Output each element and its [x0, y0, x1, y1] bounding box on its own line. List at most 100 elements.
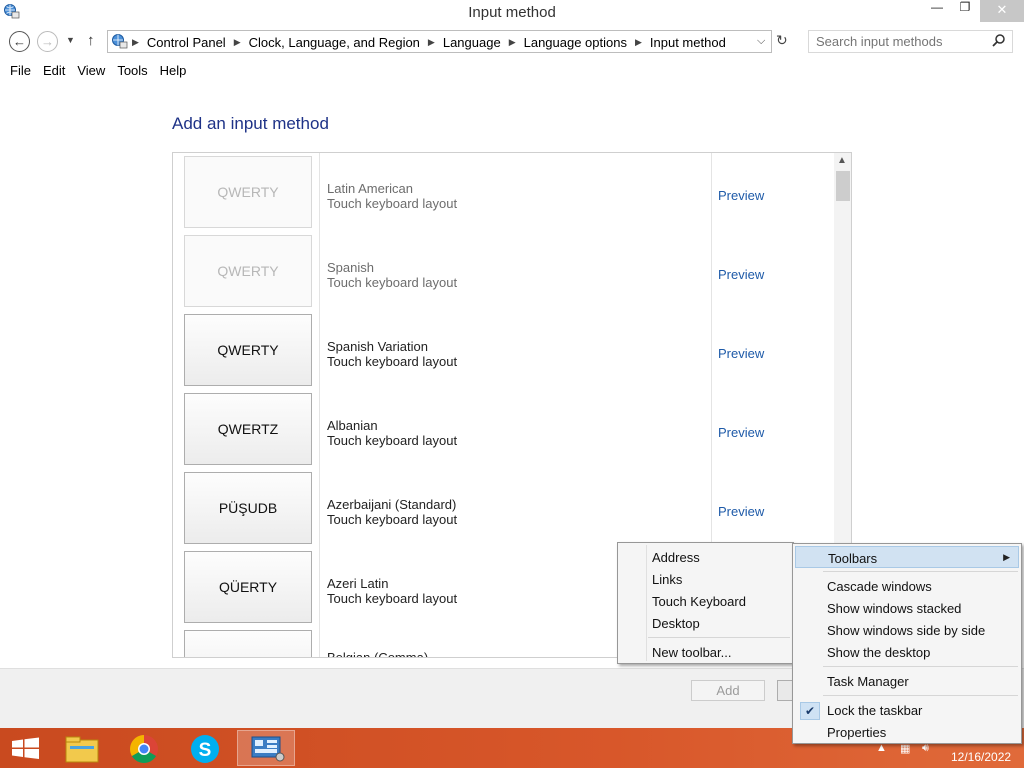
menu-view[interactable]: View	[67, 60, 105, 82]
forward-button[interactable]: →	[37, 31, 58, 52]
layout-description: Spanish Variation Touch keyboard layout	[327, 339, 457, 369]
divider	[319, 232, 320, 311]
breadcrumb-language[interactable]: Language	[443, 35, 501, 50]
menu-separator	[823, 571, 1018, 572]
menu-edit[interactable]: Edit	[33, 60, 65, 82]
chevron-up-icon: ▲	[837, 155, 847, 166]
keyboard-layout-tile[interactable]: PÜŞUDB	[184, 472, 312, 544]
layout-type: Touch keyboard layout	[327, 433, 458, 448]
preview-link[interactable]: Preview	[718, 346, 764, 361]
keyboard-layout-tile[interactable]: QWERTY	[184, 314, 312, 386]
layout-description: Azeri Latin Touch keyboard layout	[327, 576, 457, 606]
context-item-show-desktop[interactable]: Show the desktop	[795, 641, 1019, 663]
keyboard-layout-tile[interactable]: QWERTZ	[184, 393, 312, 465]
list-item[interactable]: PÜŞUDB Azerbaijani (Standard) Touch keyb…	[173, 469, 833, 548]
divider	[319, 548, 320, 627]
taskbar-chrome[interactable]	[116, 730, 172, 766]
divider	[711, 311, 712, 390]
add-button[interactable]: Add	[691, 680, 765, 701]
layout-description: Belgian (Comma)	[327, 650, 429, 658]
list-item[interactable]: QWERTY Spanish Variation Touch keyboard …	[173, 311, 833, 390]
layout-name: Latin American	[327, 181, 413, 196]
submenu-item-new-toolbar[interactable]: New toolbar...	[620, 641, 791, 663]
address-dropdown-button[interactable]: ⌵	[757, 35, 765, 48]
minimize-button[interactable]: —	[922, 0, 952, 22]
refresh-icon: ↻	[776, 32, 788, 48]
windows-start-icon	[12, 737, 39, 759]
divider	[711, 390, 712, 469]
layout-name: Belgian (Comma)	[327, 650, 429, 658]
arrow-right-icon: →	[41, 34, 54, 49]
list-item[interactable]: QWERTY Spanish Touch keyboard layout Pre…	[173, 232, 833, 311]
taskbar-file-explorer[interactable]	[56, 730, 112, 766]
title-bar: Input method — ❐ ✕	[0, 0, 1024, 26]
menu-tools[interactable]: Tools	[107, 60, 147, 82]
preview-link[interactable]: Preview	[718, 267, 764, 282]
address-bar[interactable]: ▶ Control Panel ▶ Clock, Language, and R…	[107, 30, 772, 53]
taskbar-control-panel[interactable]	[237, 730, 295, 766]
keyboard-layout-tile[interactable]	[184, 630, 312, 657]
submenu-item-links[interactable]: Links	[620, 568, 791, 590]
chevron-right-icon[interactable]: ▶	[509, 37, 516, 50]
refresh-button[interactable]: ↻	[776, 32, 788, 49]
search-icon[interactable]	[991, 33, 1007, 49]
submenu-item-touch-keyboard[interactable]: Touch Keyboard	[620, 590, 791, 612]
context-item-task-manager[interactable]: Task Manager	[795, 670, 1019, 692]
breadcrumb-language-options[interactable]: Language options	[524, 35, 627, 50]
chevron-right-icon[interactable]: ▶	[635, 37, 642, 50]
keyboard-layout-tile[interactable]: QWERTY	[184, 235, 312, 307]
layout-name: Spanish	[327, 260, 374, 275]
control-panel-icon	[251, 736, 285, 762]
layout-description: Azerbaijani (Standard) Touch keyboard la…	[327, 497, 457, 527]
page-title: Add an input method	[172, 114, 329, 133]
context-item-lock-taskbar[interactable]: ✔ Lock the taskbar	[795, 699, 1019, 721]
divider	[319, 390, 320, 469]
close-icon: ✕	[996, 2, 1008, 17]
preview-link[interactable]: Preview	[718, 504, 764, 519]
layout-description: Albanian Touch keyboard layout	[327, 418, 457, 448]
taskbar-skype[interactable]: S	[177, 730, 233, 766]
search-box[interactable]	[808, 30, 1013, 53]
back-button[interactable]: ←	[9, 31, 30, 52]
layout-name: Azeri Latin	[327, 576, 389, 591]
skype-icon: S	[191, 735, 219, 763]
menu-file[interactable]: File	[0, 60, 31, 82]
search-input[interactable]	[809, 31, 989, 52]
keyboard-layout-tile[interactable]: QÜERTY	[184, 551, 312, 623]
preview-link[interactable]: Preview	[718, 188, 764, 203]
breadcrumb: ▶ Control Panel ▶ Clock, Language, and R…	[132, 35, 726, 50]
chevron-right-icon: ▶	[1003, 552, 1010, 562]
scrollbar-thumb[interactable]	[836, 171, 850, 201]
keyboard-layout-tile[interactable]: QWERTY	[184, 156, 312, 228]
breadcrumb-control-panel[interactable]: Control Panel	[147, 35, 226, 50]
close-button[interactable]: ✕	[980, 0, 1024, 22]
preview-link[interactable]: Preview	[718, 425, 764, 440]
toolbars-submenu: Address Links Touch Keyboard Desktop New…	[617, 542, 794, 664]
restore-button[interactable]: ❐	[952, 0, 978, 22]
scroll-up-button[interactable]: ▲	[837, 155, 847, 166]
start-button[interactable]	[0, 730, 56, 766]
breadcrumb-input-method[interactable]: Input method	[650, 35, 726, 50]
up-button[interactable]: ↑	[87, 32, 95, 49]
list-item[interactable]: QWERTZ Albanian Touch keyboard layout Pr…	[173, 390, 833, 469]
submenu-item-address[interactable]: Address	[620, 546, 791, 568]
context-item-properties[interactable]: Properties	[795, 721, 1019, 743]
recent-locations-button[interactable]: ▼	[66, 35, 75, 45]
context-item-label: Lock the taskbar	[827, 703, 923, 718]
chevron-right-icon: ▶	[132, 37, 139, 47]
context-item-show-windows-side-by-side[interactable]: Show windows side by side	[795, 619, 1019, 641]
layout-type: Touch keyboard layout	[327, 275, 458, 290]
context-item-label: Toolbars	[828, 551, 878, 566]
list-item[interactable]: QWERTY Latin American Touch keyboard lay…	[173, 153, 833, 232]
chevron-right-icon[interactable]: ▶	[428, 37, 435, 50]
divider	[319, 153, 320, 232]
context-item-show-windows-stacked[interactable]: Show windows stacked	[795, 597, 1019, 619]
chevron-right-icon[interactable]: ▶	[234, 37, 241, 50]
context-item-cascade-windows[interactable]: Cascade windows	[795, 575, 1019, 597]
submenu-item-desktop[interactable]: Desktop	[620, 612, 791, 634]
taskbar-clock[interactable]: 12/16/2022	[951, 750, 1011, 764]
context-item-toolbars[interactable]: Toolbars ▶	[795, 546, 1019, 568]
menu-help[interactable]: Help	[150, 60, 187, 82]
breadcrumb-clock-language-region[interactable]: Clock, Language, and Region	[249, 35, 420, 50]
chevron-down-icon: ▼	[66, 35, 75, 45]
